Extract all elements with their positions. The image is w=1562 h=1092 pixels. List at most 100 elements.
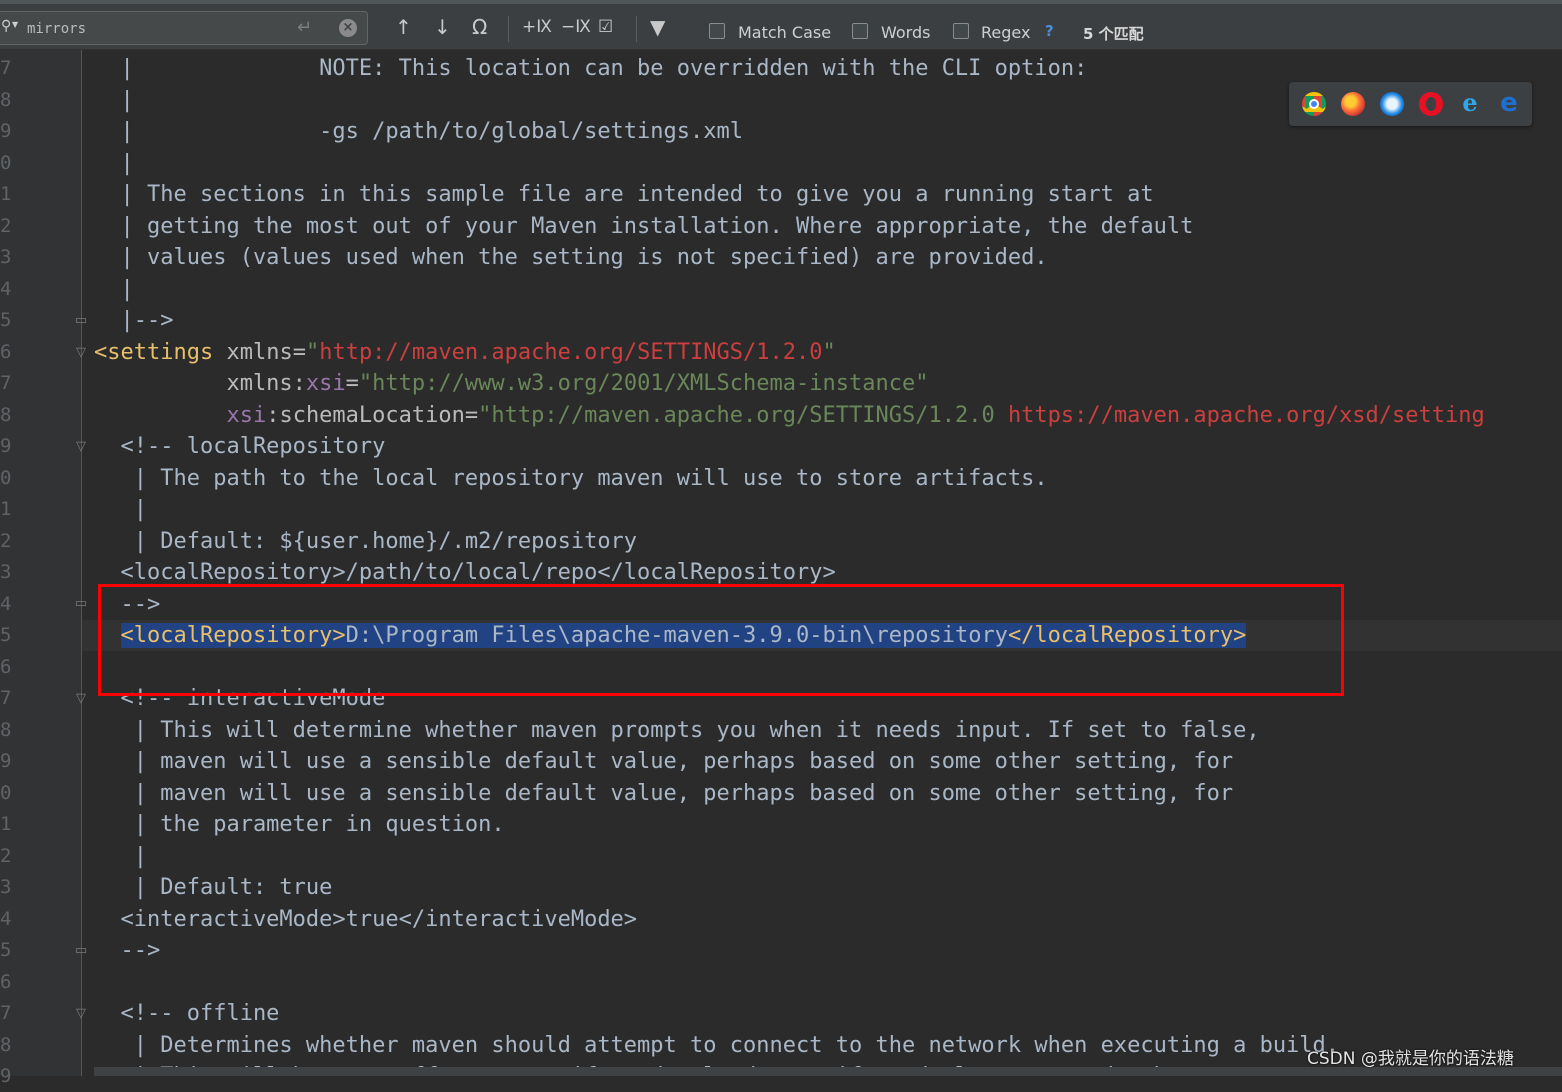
code-line[interactable]: | the parameter in question. <box>82 809 1562 840</box>
code-token: | Default: true <box>94 875 333 900</box>
code-line[interactable]: xmlns:xsi="http://www.w3.org/2001/XMLSch… <box>82 368 1562 399</box>
code-line[interactable]: | The path to the local repository maven… <box>82 463 1562 494</box>
edge-icon[interactable]: e <box>1497 90 1521 116</box>
search-input[interactable] <box>25 17 289 41</box>
line-number[interactable]: 3 <box>0 242 20 273</box>
line-number[interactable]: 9 <box>0 1061 20 1092</box>
line-number[interactable]: 1 <box>0 809 20 840</box>
line-number[interactable]: 5 <box>0 620 20 651</box>
line-number[interactable]: 0 <box>0 778 20 809</box>
code-line[interactable]: | NOTE: This location can be overridden … <box>82 53 1562 84</box>
code-line[interactable]: xsi:schemaLocation="http://maven.apache.… <box>82 400 1562 431</box>
search-box[interactable]: ⚲ ▼ ↵ × <box>0 11 368 45</box>
words-label[interactable]: Words <box>881 23 930 42</box>
add-selection-icon[interactable]: +Ⅸ <box>522 16 552 38</box>
line-number[interactable]: 8 <box>0 400 20 431</box>
line-number[interactable]: 2 <box>0 526 20 557</box>
match-case-checkbox[interactable] <box>709 23 725 39</box>
line-number-gutter[interactable]: 789012345678901234567890123456789 <box>0 50 82 1087</box>
clear-search-button[interactable]: × <box>339 19 357 37</box>
code-line[interactable]: |--> <box>82 305 1562 336</box>
code-line[interactable]: <interactiveMode>true</interactiveMode> <box>82 904 1562 935</box>
line-number[interactable]: 8 <box>0 85 20 116</box>
line-number[interactable]: 3 <box>0 872 20 903</box>
fold-end-icon[interactable]: ▭ <box>74 596 88 612</box>
fold-end-icon[interactable]: ▭ <box>74 313 88 329</box>
code-line[interactable]: | getting the most out of your Maven ins… <box>82 211 1562 242</box>
line-number[interactable]: 9 <box>0 116 20 147</box>
code-line[interactable]: | <box>82 148 1562 179</box>
code-token: | The path to the local repository maven… <box>94 465 1048 491</box>
code-line[interactable]: <settings xmlns="http://maven.apache.org… <box>82 337 1562 368</box>
opera-icon[interactable] <box>1419 92 1443 116</box>
line-number[interactable]: 7 <box>0 368 20 399</box>
code-line[interactable]: | <box>82 274 1562 305</box>
line-number[interactable]: 1 <box>0 179 20 210</box>
words-checkbox[interactable] <box>852 23 868 39</box>
line-number[interactable]: 6 <box>0 967 20 998</box>
line-number[interactable]: 0 <box>0 463 20 494</box>
code-line[interactable]: | values (values used when the setting i… <box>82 242 1562 273</box>
match-case-label[interactable]: Match Case <box>738 23 831 42</box>
code-line[interactable]: | maven will use a sensible default valu… <box>82 778 1562 809</box>
code-line[interactable]: | <box>82 841 1562 872</box>
code-line[interactable]: | maven will use a sensible default valu… <box>82 746 1562 777</box>
next-occurrence-button[interactable]: ↓ <box>434 16 451 38</box>
code-line[interactable] <box>82 967 1562 998</box>
code-token: | NOTE: This location can be overridden … <box>94 56 1088 81</box>
safari-icon[interactable] <box>1380 92 1404 116</box>
line-number[interactable]: 2 <box>0 211 20 242</box>
regex-help-link[interactable]: ? <box>1045 22 1054 40</box>
code-line[interactable]: | This will determine whether maven prom… <box>82 715 1562 746</box>
line-number[interactable]: 7 <box>0 998 20 1029</box>
line-number[interactable]: 0 <box>0 148 20 179</box>
code-line[interactable]: <!-- offline <box>82 998 1562 1029</box>
previous-occurrence-button[interactable]: ↑ <box>395 16 412 38</box>
line-number[interactable]: 4 <box>0 274 20 305</box>
ie-icon[interactable]: e <box>1458 91 1482 116</box>
code-token: xsi <box>226 402 267 428</box>
firefox-icon[interactable] <box>1341 92 1365 116</box>
line-number[interactable]: 8 <box>0 715 20 746</box>
regex-label[interactable]: Regex <box>981 23 1030 42</box>
code-line[interactable]: | Default: true <box>82 872 1562 903</box>
code-token: | <box>94 843 147 869</box>
code-line[interactable]: <!-- localRepository <box>82 431 1562 462</box>
code-line[interactable]: | The sections in this sample file are i… <box>82 179 1562 210</box>
line-number[interactable]: 6 <box>0 337 20 368</box>
code-token: xmlns <box>213 339 293 365</box>
line-number[interactable]: 9 <box>0 431 20 462</box>
code-line[interactable]: | <box>82 494 1562 525</box>
line-number[interactable]: 8 <box>0 1030 20 1061</box>
filter-icon[interactable]: ▼ <box>650 16 665 38</box>
line-number[interactable]: 7 <box>0 53 20 84</box>
code-line[interactable]: | Default: ${user.home}/.m2/repository <box>82 526 1562 557</box>
chevron-down-icon[interactable]: ▼ <box>12 20 18 29</box>
fold-start-icon[interactable]: ▽ <box>74 439 88 455</box>
line-number[interactable]: 4 <box>0 589 20 620</box>
line-number[interactable]: 7 <box>0 683 20 714</box>
regex-checkbox[interactable] <box>953 23 969 39</box>
code-line[interactable]: --> <box>82 935 1562 966</box>
fold-start-icon[interactable]: ▽ <box>74 691 88 707</box>
line-number[interactable]: 6 <box>0 652 20 683</box>
search-icon[interactable]: ⚲ <box>1 18 11 34</box>
remove-selection-icon[interactable]: −Ⅸ <box>561 16 591 38</box>
line-number[interactable]: 9 <box>0 746 20 777</box>
chrome-icon[interactable] <box>1302 92 1326 116</box>
fold-start-icon[interactable]: ▽ <box>74 1006 88 1022</box>
line-number[interactable]: 3 <box>0 557 20 588</box>
line-number[interactable]: 5 <box>0 935 20 966</box>
code-token: https://maven.apache.org/xsd/setting <box>1007 402 1485 428</box>
select-all-occurrences-icon[interactable]: ☑ <box>598 16 613 38</box>
code-token: | the parameter in question. <box>94 812 505 837</box>
line-number[interactable]: 4 <box>0 904 20 935</box>
code-editor[interactable]: | NOTE: This location can be overridden … <box>82 50 1562 1076</box>
line-number[interactable]: 2 <box>0 841 20 872</box>
find-all-button[interactable]: Ω <box>472 16 487 38</box>
line-number[interactable]: 5 <box>0 305 20 336</box>
fold-end-icon[interactable]: ▭ <box>74 943 88 959</box>
enter-icon[interactable]: ↵ <box>297 17 312 38</box>
fold-start-icon[interactable]: ▽ <box>74 345 88 361</box>
line-number[interactable]: 1 <box>0 494 20 525</box>
